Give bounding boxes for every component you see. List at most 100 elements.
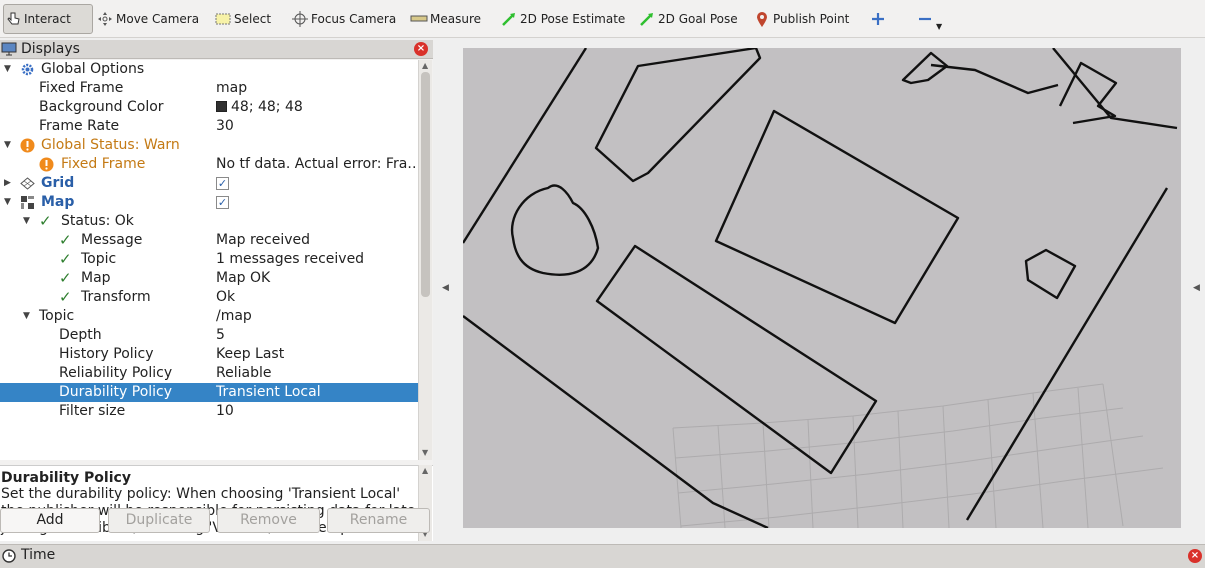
tree-row-message[interactable]: ✓ Message Map received xyxy=(0,231,418,250)
remove-button[interactable]: Remove xyxy=(217,508,320,533)
tree-row-status-ok[interactable]: ▼ ✓ Status: Ok xyxy=(0,212,418,231)
tree-row-background-color[interactable]: Background Color 48; 48; 48 xyxy=(0,98,418,117)
close-icon[interactable]: × xyxy=(1188,549,1202,563)
collapse-arrow-icon[interactable]: ▼ xyxy=(23,307,30,326)
collapse-arrow-icon[interactable]: ▼ xyxy=(4,136,11,155)
interact-tool-button[interactable]: Interact xyxy=(3,4,93,34)
tool-label: Focus Camera xyxy=(311,12,397,26)
2d-goal-pose-tool-button[interactable]: 2D Goal Pose xyxy=(638,4,738,34)
tree-row-name: Durability Policy xyxy=(59,384,173,400)
tree-row-value: 1 messages received xyxy=(216,251,365,267)
tree-row-name: Background Color xyxy=(39,99,164,115)
duplicate-button[interactable]: Duplicate xyxy=(108,508,210,533)
focus-camera-tool-button[interactable]: Focus Camera xyxy=(291,4,396,34)
tree-row-value[interactable]: Reliable xyxy=(216,364,418,383)
warning-icon xyxy=(39,157,54,172)
tree-row-fixed-frame[interactable]: Fixed Frame map xyxy=(0,79,418,98)
tree-row-map[interactable]: ▼ Map ✓ xyxy=(0,193,418,212)
tree-row-name: Fixed Frame xyxy=(61,156,146,172)
3d-render-view[interactable] xyxy=(463,48,1181,528)
displays-panel-header: Displays × xyxy=(0,40,433,59)
tree-row-depth[interactable]: Depth 5 xyxy=(0,326,418,345)
tool-label: 2D Goal Pose xyxy=(658,12,738,26)
tree-row-name: Fixed Frame xyxy=(39,80,124,96)
grid-enabled-checkbox[interactable]: ✓ xyxy=(216,177,229,190)
map-walls xyxy=(463,48,1178,528)
scroll-up-icon[interactable]: ▲ xyxy=(422,61,428,70)
description-title: Durability Policy xyxy=(1,470,131,486)
tree-row-value[interactable]: Keep Last xyxy=(216,345,418,364)
rename-button[interactable]: Rename xyxy=(327,508,430,533)
tree-row-value[interactable]: 48; 48; 48 xyxy=(216,98,418,117)
ok-check-icon: ✓ xyxy=(39,212,52,230)
scroll-down-icon[interactable]: ▼ xyxy=(422,448,428,457)
tree-row-name: Message xyxy=(81,232,143,248)
displays-tree[interactable]: ▼ Global Options Fixed Frame map Backgro… xyxy=(0,60,418,460)
add-button[interactable]: Add xyxy=(0,508,100,533)
add-tool-button[interactable] xyxy=(869,4,889,34)
ground-grid xyxy=(672,383,1164,528)
tree-row-filter-size[interactable]: Filter size 10 xyxy=(0,402,418,421)
focus-camera-icon xyxy=(292,11,308,27)
clock-icon xyxy=(2,549,16,563)
tree-row-fixed-frame-status[interactable]: Fixed Frame No tf data. Actual error: Fr… xyxy=(0,155,418,174)
ok-check-icon: ✓ xyxy=(59,288,72,306)
displays-panel: Displays × ▼ Global Options Fixed Frame … xyxy=(0,40,433,541)
collapse-arrow-icon[interactable]: ▼ xyxy=(23,212,30,231)
move-camera-tool-button[interactable]: Move Camera xyxy=(96,4,199,34)
tree-row-topic[interactable]: ▼ Topic /map xyxy=(0,307,418,326)
scrollbar-thumb[interactable] xyxy=(421,72,430,297)
tree-row-topic-status[interactable]: ✓ Topic 1 messages received xyxy=(0,250,418,269)
tree-row-name: Global Status: Warn xyxy=(41,137,180,153)
close-icon[interactable]: × xyxy=(414,42,428,56)
tree-row-value: Map received xyxy=(216,232,311,248)
collapse-right-panel-icon[interactable]: ◀ xyxy=(1193,283,1200,293)
collapse-left-panel-icon[interactable]: ◀ xyxy=(442,283,449,293)
publish-point-tool-button[interactable]: Publish Point xyxy=(753,4,849,34)
expand-arrow-icon[interactable]: ▶ xyxy=(4,174,11,193)
select-tool-button[interactable]: Select xyxy=(214,4,271,34)
tree-row-map-status[interactable]: ✓ Map Map OK xyxy=(0,269,418,288)
tree-row-name: History Policy xyxy=(59,346,154,362)
tool-label: Move Camera xyxy=(116,12,200,26)
tree-row-value[interactable]: 10 xyxy=(216,402,418,421)
2d-pose-estimate-tool-button[interactable]: 2D Pose Estimate xyxy=(500,4,625,34)
tree-row-value[interactable]: map xyxy=(216,79,418,98)
tree-row-durability-policy[interactable]: Durability Policy Transient Local xyxy=(0,383,418,402)
tree-row-grid[interactable]: ▶ Grid ✓ xyxy=(0,174,418,193)
measure-tool-button[interactable]: Measure xyxy=(410,4,481,34)
map-enabled-checkbox[interactable]: ✓ xyxy=(216,196,229,209)
move-camera-icon xyxy=(98,12,112,26)
tree-row-name: Status: Ok xyxy=(61,213,134,229)
tree-row-value[interactable]: 30 xyxy=(216,117,418,136)
tree-row-transform[interactable]: ✓ Transform Ok xyxy=(0,288,418,307)
color-value: 48; 48; 48 xyxy=(231,99,303,115)
dropdown-arrow-icon: ▼ xyxy=(936,21,943,31)
monitor-icon xyxy=(1,42,17,56)
warning-icon xyxy=(20,138,35,153)
tree-row-name: Map xyxy=(81,270,111,286)
tree-row-history-policy[interactable]: History Policy Keep Last xyxy=(0,345,418,364)
remove-tool-button[interactable]: ▼ xyxy=(916,4,942,34)
tool-label: Publish Point xyxy=(773,12,850,26)
ok-check-icon: ✓ xyxy=(59,250,72,268)
tree-row-value[interactable]: Transient Local xyxy=(216,383,418,402)
tree-row-value[interactable]: 5 xyxy=(216,326,418,345)
tree-row-value: No tf data. Actual error: Fra… xyxy=(216,156,418,172)
scroll-up-icon[interactable]: ▲ xyxy=(422,466,428,475)
collapse-arrow-icon[interactable]: ▼ xyxy=(4,193,11,212)
collapse-arrow-icon[interactable]: ▼ xyxy=(4,60,11,79)
tree-scrollbar[interactable]: ▲ ▼ xyxy=(418,60,432,460)
tree-row-global-options[interactable]: ▼ Global Options xyxy=(0,60,418,79)
tool-label: Select xyxy=(234,12,272,26)
hand-pointer-icon xyxy=(7,12,20,25)
tree-row-global-status[interactable]: ▼ Global Status: Warn xyxy=(0,136,418,155)
tree-row-name: Map xyxy=(41,194,75,210)
tree-row-name: Filter size xyxy=(59,403,126,419)
green-arrow-icon xyxy=(502,13,515,26)
tree-row-name: Topic xyxy=(81,251,117,267)
ruler-icon xyxy=(410,15,428,22)
tree-row-reliability-policy[interactable]: Reliability Policy Reliable xyxy=(0,364,418,383)
tree-row-value[interactable]: /map xyxy=(216,307,418,326)
tree-row-frame-rate[interactable]: Frame Rate 30 xyxy=(0,117,418,136)
